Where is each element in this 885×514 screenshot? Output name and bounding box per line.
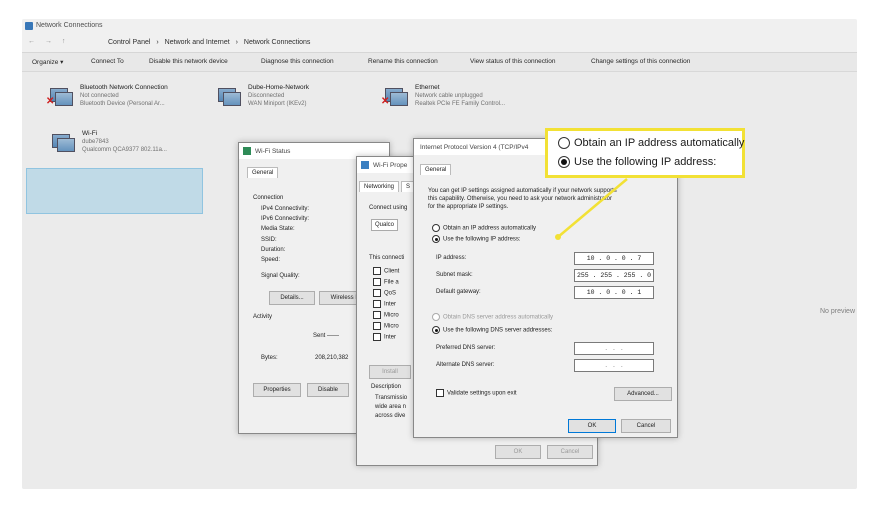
- screenshot-frame: Network Connections ← → ↑ Control Panel …: [22, 19, 857, 489]
- callout-box: Obtain an IP address automatically Use t…: [545, 128, 745, 178]
- callout-use-following: Use the following IP address:: [558, 156, 716, 169]
- callout-obtain-auto: Obtain an IP address automatically: [558, 137, 744, 150]
- callout-arrow: [555, 178, 628, 240]
